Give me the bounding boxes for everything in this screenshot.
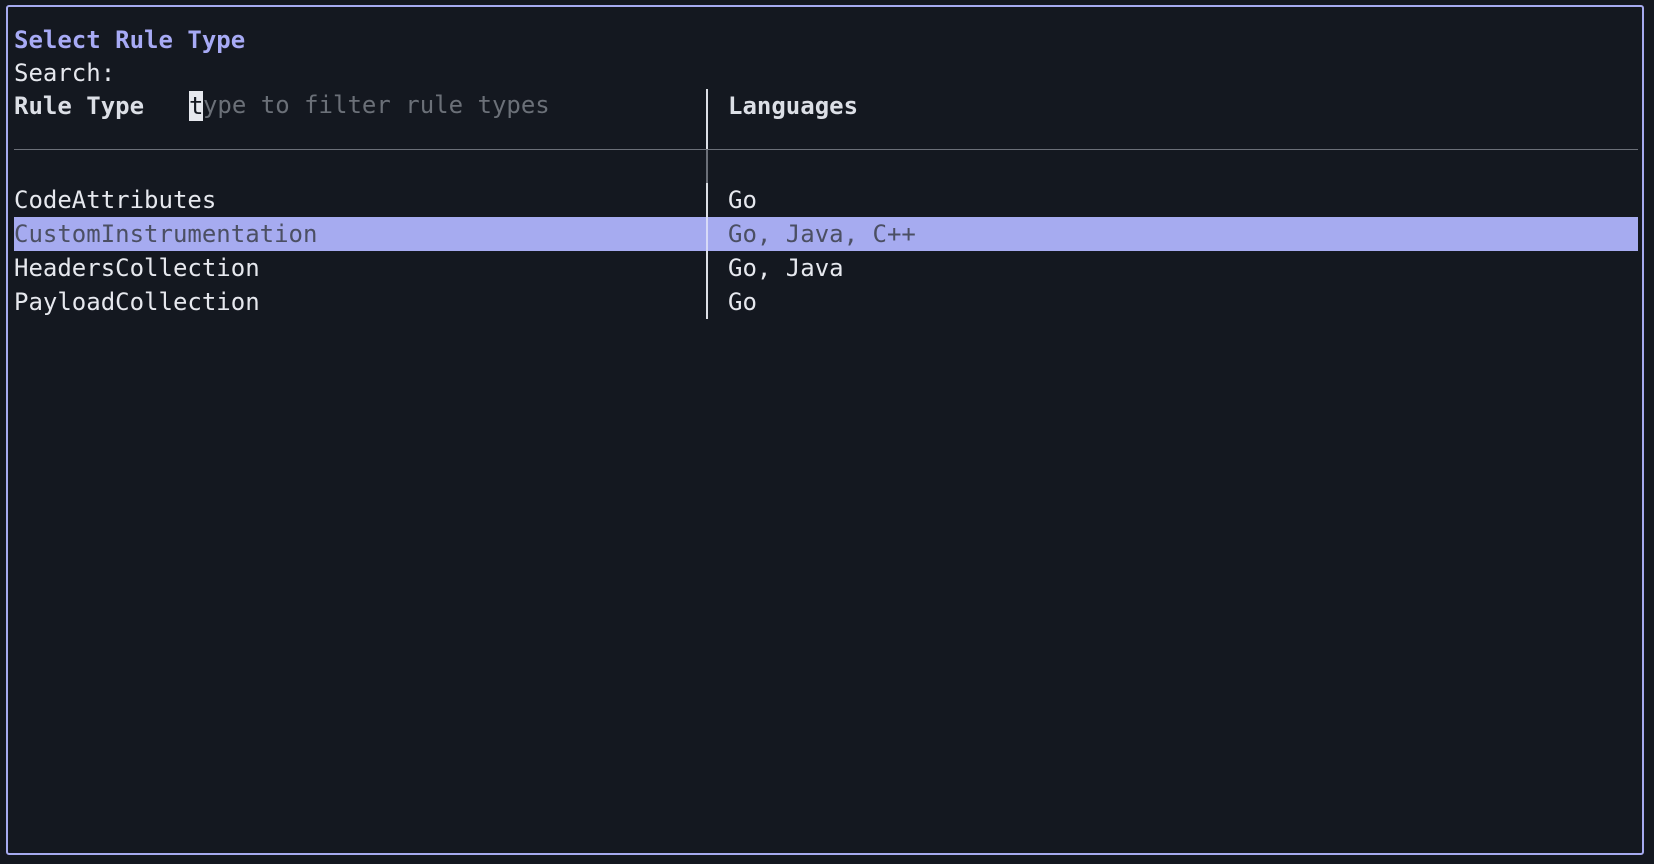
dialog-title: Select Rule Type [14,26,246,54]
languages-cell: Go, Java, C++ [728,220,916,248]
languages-cell: Go [728,186,757,214]
header-spacer [14,150,1638,183]
languages-cell: Go [728,288,757,316]
rule-type-cell: CodeAttributes [14,186,217,214]
column-header-languages: Languages [728,92,859,120]
header-gap [14,123,1638,149]
search-input[interactable]: type to filter rule types [131,57,550,121]
languages-cell: Go, Java [728,254,844,282]
table-row[interactable]: PayloadCollection Go [14,285,1638,319]
rule-type-table: Rule Type Languages CodeAttributes Go Cu… [14,89,1638,319]
column-header-rule-type: Rule Type [14,92,145,120]
table-row[interactable]: CodeAttributes Go [14,183,1638,217]
table-row[interactable]: HeadersCollection Go, Java [14,251,1638,285]
table-header: Rule Type Languages [14,89,1638,123]
rule-type-cell: HeadersCollection [14,254,260,282]
rule-type-cell: CustomInstrumentation [14,220,318,248]
search-row: Search: type to filter rule types [14,57,550,121]
search-label: Search: [14,59,116,87]
rule-type-cell: PayloadCollection [14,288,260,316]
table-row-selected[interactable]: CustomInstrumentation Go, Java, C++ [14,217,1638,251]
